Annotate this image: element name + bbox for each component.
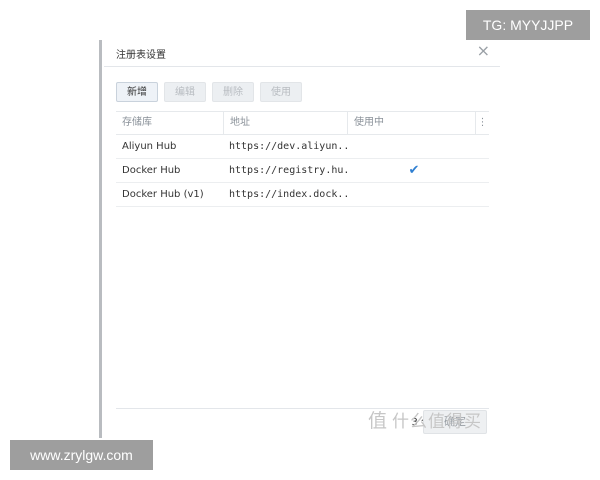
cell-address: https://index.dock...: [229, 189, 347, 200]
toolbar: 新增 编辑 删除 使用: [116, 82, 302, 102]
cell-repository: Aliyun Hub: [122, 141, 177, 152]
cell-address: https://dev.aliyun....: [229, 141, 347, 152]
column-menu-icon[interactable]: ⋮: [475, 112, 489, 134]
registry-settings-dialog: 注册表设置 × 新增 编辑 删除 使用 存储库 地址 使用中 ⋮ Aliyun …: [104, 40, 500, 438]
cell-repository: Docker Hub (v1): [122, 189, 204, 200]
watermark-logo-icon: 值: [368, 410, 389, 432]
checkmark-icon: ✔: [408, 163, 420, 178]
watermark: 值什么值得买: [368, 406, 482, 433]
watermark-text: 什么值得买: [392, 412, 483, 432]
window-edge: [99, 40, 102, 438]
site-overlay-badge: www.zrylgw.com: [10, 440, 153, 470]
title-divider: [104, 66, 500, 67]
use-button[interactable]: 使用: [260, 82, 302, 102]
registry-table: 存储库 地址 使用中 ⋮ Aliyun Hub https://dev.aliy…: [116, 111, 489, 207]
column-header-in-use[interactable]: 使用中: [347, 112, 475, 134]
cell-repository: Docker Hub: [122, 165, 181, 176]
close-icon[interactable]: ×: [477, 40, 490, 62]
cell-in-use: ✔: [347, 163, 475, 178]
column-header-repository[interactable]: 存储库: [116, 112, 223, 134]
add-button[interactable]: 新增: [116, 82, 158, 102]
dialog-title: 注册表设置: [116, 50, 166, 61]
table-row[interactable]: Aliyun Hub https://dev.aliyun....: [116, 135, 489, 159]
table-header: 存储库 地址 使用中 ⋮: [116, 111, 489, 135]
column-header-address[interactable]: 地址: [223, 112, 347, 134]
delete-button[interactable]: 删除: [212, 82, 254, 102]
tg-overlay-badge: TG: MYYJJPP: [466, 10, 590, 40]
cell-address: https://registry.hu...: [229, 165, 347, 176]
table-row[interactable]: Docker Hub (v1) https://index.dock...: [116, 183, 489, 207]
edit-button[interactable]: 编辑: [164, 82, 206, 102]
table-row[interactable]: Docker Hub https://registry.hu... ✔: [116, 159, 489, 183]
